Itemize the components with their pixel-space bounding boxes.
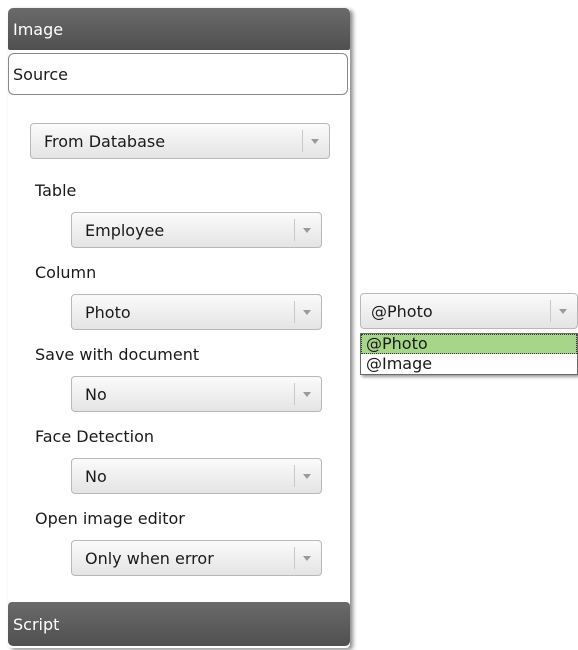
- popup-options-list: @Photo @Image: [360, 333, 578, 375]
- save-with-document-value: No: [85, 384, 107, 404]
- dropdown-separator: [302, 130, 303, 152]
- chevron-down-icon[interactable]: [559, 308, 567, 314]
- source-tab-label: Source: [13, 64, 68, 84]
- table-value: Employee: [85, 220, 165, 240]
- script-section-title: Script: [13, 614, 60, 634]
- face-detection-label: Face Detection: [35, 427, 154, 446]
- image-properties-panel: Image Source From Database Table Employe…: [8, 8, 350, 648]
- save-with-document-label: Save with document: [35, 345, 200, 364]
- source-tab[interactable]: Source: [8, 53, 348, 95]
- image-section-header[interactable]: Image: [8, 8, 350, 50]
- popup-selected-value: @Photo: [371, 301, 433, 321]
- chevron-down-icon[interactable]: [303, 227, 311, 233]
- dropdown-separator: [294, 547, 295, 569]
- chevron-down-icon[interactable]: [303, 309, 311, 315]
- save-with-document-dropdown[interactable]: No: [71, 376, 322, 412]
- open-image-editor-dropdown[interactable]: Only when error: [71, 540, 322, 576]
- popup-option-image[interactable]: @Image: [361, 354, 577, 374]
- dropdown-separator: [294, 383, 295, 405]
- column-value-popup: @Photo @Photo @Image: [360, 293, 578, 375]
- dropdown-separator: [550, 300, 551, 322]
- chevron-down-icon[interactable]: [303, 473, 311, 479]
- open-image-editor-label: Open image editor: [35, 509, 185, 528]
- source-type-value: From Database: [44, 131, 166, 151]
- chevron-down-icon[interactable]: [303, 391, 311, 397]
- chevron-down-icon[interactable]: [311, 138, 319, 144]
- face-detection-dropdown[interactable]: No: [71, 458, 322, 494]
- dropdown-separator: [294, 465, 295, 487]
- face-detection-value: No: [85, 466, 107, 486]
- open-image-editor-value: Only when error: [85, 548, 214, 568]
- popup-dropdown[interactable]: @Photo: [360, 293, 578, 329]
- script-section-header[interactable]: Script: [8, 602, 350, 646]
- table-dropdown[interactable]: Employee: [71, 212, 322, 248]
- dropdown-separator: [294, 219, 295, 241]
- source-type-dropdown[interactable]: From Database: [30, 123, 330, 159]
- dropdown-separator: [294, 301, 295, 323]
- column-label: Column: [35, 263, 97, 282]
- image-section-title: Image: [13, 19, 64, 39]
- popup-option-photo[interactable]: @Photo: [361, 334, 577, 354]
- column-dropdown[interactable]: Photo: [71, 294, 322, 330]
- column-value: Photo: [85, 302, 131, 322]
- table-label: Table: [35, 181, 77, 200]
- chevron-down-icon[interactable]: [303, 555, 311, 561]
